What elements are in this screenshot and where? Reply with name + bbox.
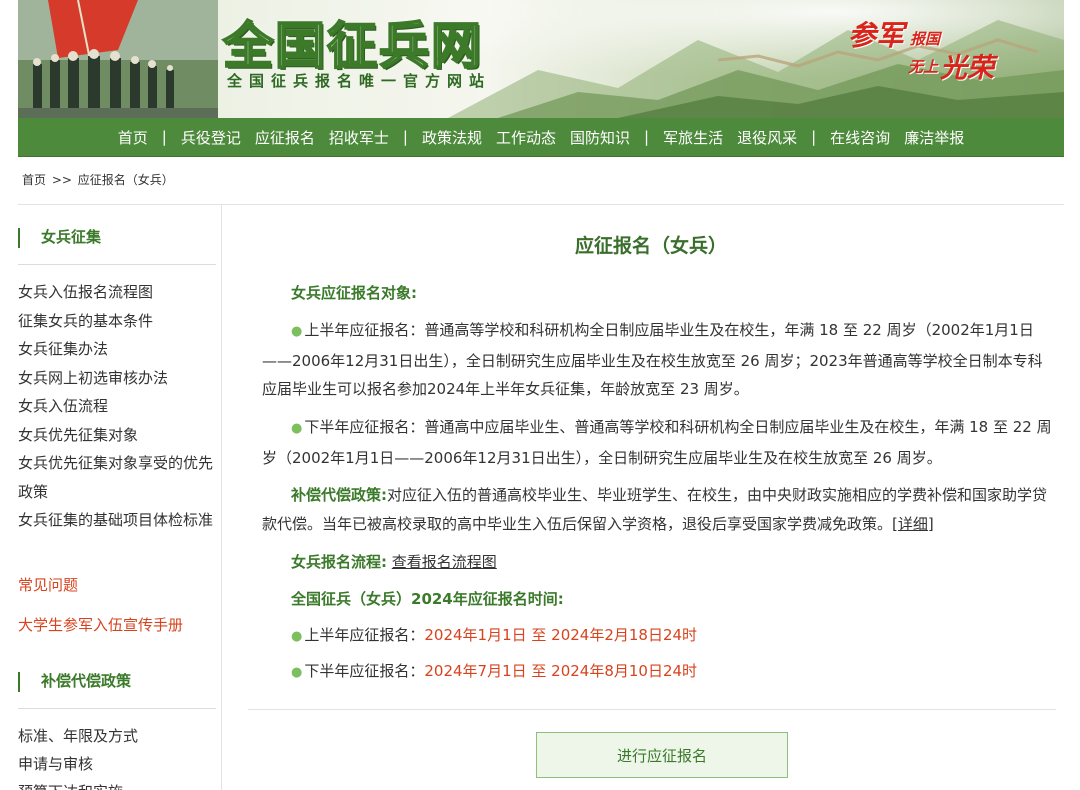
page-title: 应征报名（女兵） [574, 235, 727, 257]
nav-item-policy[interactable]: 政策法规 [415, 127, 489, 148]
time2-value: 2024年7月1日 至 2024年8月10日24时 [424, 662, 698, 680]
target-label: 女兵应征报名对象: [291, 284, 417, 302]
nav-item-home[interactable]: 首页 [111, 127, 155, 148]
process-chart-link[interactable]: 查看报名流程图 [392, 553, 497, 571]
sidebar-item[interactable]: 女兵征集办法 [18, 335, 213, 364]
sidebar: 女兵征集 女兵入伍报名流程图 征集女兵的基本条件 女兵征集办法 女兵网上初选审核… [0, 205, 222, 790]
nav-separator: | [402, 128, 408, 146]
time2-prefix: 下半年应征报名： [304, 662, 425, 680]
sidebar-item[interactable]: 女兵征集的基础项目体检标准 [18, 506, 213, 535]
sidebar-section-title: 女兵征集 [18, 228, 216, 248]
nav-item-consult[interactable]: 在线咨询 [823, 127, 897, 148]
bullet-icon: ● [291, 421, 303, 436]
breadcrumb: 首页 >> 应征报名（女兵） [22, 171, 176, 188]
site-tagline: 全国征兵报名唯一官方网站 [227, 72, 492, 90]
nav-item-veterans[interactable]: 退役风采 [730, 127, 804, 148]
sidebar-divider [18, 708, 216, 709]
bullet-icon: ● [291, 324, 303, 339]
time-second-half: ● 下半年应征报名：2024年7月1日 至 2024年8月10日24时 [262, 657, 1056, 688]
process-label: 女兵报名流程: [291, 553, 387, 571]
slogan-part: 参军 [848, 19, 905, 52]
nav-item-sergeant[interactable]: 招收军士 [322, 127, 396, 148]
sidebar-section-title: 补偿代偿政策 [18, 672, 216, 692]
sidebar-list: 标准、年限及方式 申请与审核 预算下达和实施 [18, 722, 138, 790]
breadcrumb-current[interactable]: 应征报名（女兵） [78, 173, 174, 187]
nav-item-army-life[interactable]: 军旅生活 [656, 127, 730, 148]
time-first-half: ● 上半年应征报名：2024年1月1日 至 2024年2月18日24时 [262, 621, 1056, 652]
sidebar-item[interactable]: 预算下达和实施 [18, 778, 138, 790]
sidebar-divider [18, 264, 216, 265]
nav-item-defense[interactable]: 国防知识 [563, 127, 637, 148]
sidebar-item[interactable]: 女兵优先征集对象享受的优先政策 [18, 449, 213, 506]
sidebar-item[interactable]: 申请与审核 [18, 750, 138, 778]
sidebar-item[interactable]: 女兵网上初选审核办法 [18, 364, 213, 393]
nav-separator: | [161, 128, 167, 146]
apply-button[interactable]: 进行应征报名 [536, 732, 788, 778]
nav-separator: | [811, 128, 817, 146]
nav-item-news[interactable]: 工作动态 [489, 127, 563, 148]
site-logo[interactable]: 全国征兵网 [222, 6, 483, 78]
banner-slogan: 参军 报国 无上 光荣 [838, 10, 1018, 90]
second-half-text: 下半年应征报名：普通高中应届毕业生、普通高等学校和科研机构全日制应届毕业生及在校… [262, 418, 1052, 467]
bullet-icon: ● [291, 629, 303, 644]
soldiers-flag-image [18, 0, 218, 118]
main-content: 应征报名（女兵） 女兵应征报名对象: ● 上半年应征报名：普通高等学校和科研机构全… [222, 205, 1080, 790]
first-half-text: 上半年应征报名：普通高等学校和科研机构全日制应届毕业生及在校生，年满 18 至 … [262, 321, 1043, 398]
slogan-part: 光荣 [940, 53, 994, 84]
sidebar-item[interactable]: 女兵入伍流程 [18, 392, 213, 421]
slogan-part: 无上 [908, 58, 939, 76]
second-half-paragraph: ● 下半年应征报名：普通高中应届毕业生、普通高等学校和科研机构全日制应届毕业生及在… [262, 413, 1056, 472]
sidebar-item[interactable]: 标准、年限及方式 [18, 722, 138, 750]
slogan-part: 报国 [910, 30, 941, 48]
sidebar-item[interactable]: 女兵优先征集对象 [18, 421, 213, 450]
nav-separator: | [644, 128, 650, 146]
time-heading: 全国征兵（女兵）2024年应征报名时间: [262, 585, 1056, 614]
compensation-label: 补偿代偿政策: [291, 486, 387, 504]
sidebar-faq-link[interactable]: 常见问题 [18, 574, 78, 595]
first-half-paragraph: ● 上半年应征报名：普通高等学校和科研机构全日制应届毕业生及在校生，年满 18 至… [262, 316, 1056, 404]
nav-item-apply[interactable]: 应征报名 [248, 127, 322, 148]
sidebar-handbook-link[interactable]: 大学生参军入伍宣传手册 [18, 614, 183, 635]
nav-item-registration[interactable]: 兵役登记 [174, 127, 248, 148]
divider [248, 709, 1056, 710]
bullet-icon: ● [291, 665, 303, 680]
section-heading: 女兵应征报名对象: [262, 279, 1056, 308]
nav-item-report[interactable]: 廉洁举报 [897, 127, 971, 148]
sidebar-item[interactable]: 征集女兵的基本条件 [18, 307, 213, 336]
time-label: 全国征兵（女兵）2024年应征报名时间: [291, 590, 564, 608]
process-paragraph: 女兵报名流程: 查看报名流程图 [262, 548, 1056, 577]
breadcrumb-home[interactable]: 首页 [22, 173, 46, 187]
sidebar-list: 女兵入伍报名流程图 征集女兵的基本条件 女兵征集办法 女兵网上初选审核办法 女兵… [18, 278, 213, 535]
time1-prefix: 上半年应征报名： [304, 626, 425, 644]
breadcrumb-separator: >> [51, 173, 72, 187]
site-banner: 全国征兵网 全国征兵报名唯一官方网站 参军 报国 无上 光荣 [18, 0, 1064, 118]
compensation-detail-link[interactable]: [详细] [892, 515, 934, 533]
time1-value: 2024年1月1日 至 2024年2月18日24时 [424, 626, 698, 644]
sidebar-item[interactable]: 女兵入伍报名流程图 [18, 278, 213, 307]
compensation-paragraph: 补偿代偿政策:对应征入伍的普通高校毕业生、毕业班学生、在校生，由中央财政实施相应… [262, 481, 1056, 538]
main-nav: 首页 | 兵役登记 应征报名 招收军士 | 政策法规 工作动态 国防知识 | 军… [18, 118, 1064, 157]
